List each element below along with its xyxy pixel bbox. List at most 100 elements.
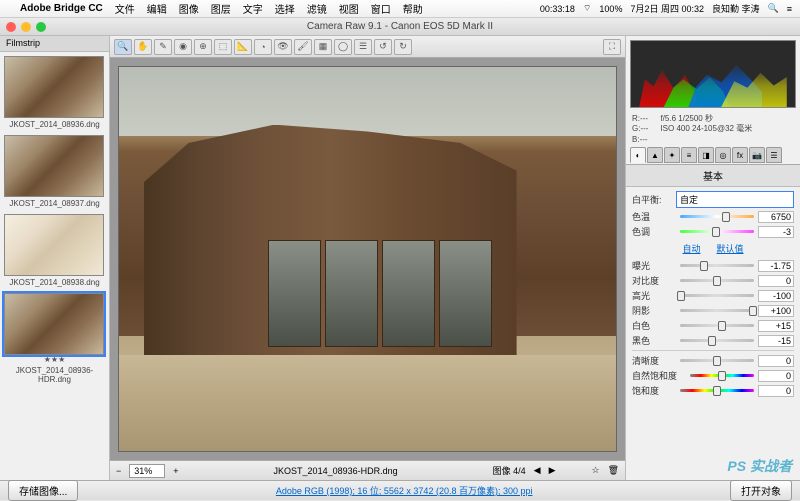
- tab-basic[interactable]: ◐: [630, 147, 646, 163]
- rating-mark-icon[interactable]: ☆: [591, 465, 599, 476]
- adjustment-brush-tool[interactable]: 🖌: [294, 39, 312, 55]
- whites-label: 白色: [632, 319, 676, 332]
- tab-hsl[interactable]: ≡: [681, 147, 697, 163]
- tab-fx[interactable]: fx: [732, 147, 748, 163]
- wifi-icon[interactable]: ⌔: [583, 3, 591, 14]
- menu-file[interactable]: 文件: [115, 1, 135, 16]
- whites-value[interactable]: +15: [758, 320, 794, 332]
- rotate-right-tool[interactable]: ↻: [394, 39, 412, 55]
- spot-removal-tool[interactable]: ◔: [254, 39, 272, 55]
- adjustments-panel: R:--- G:--- B:--- f/5.6 1/2500 秒 ISO 400…: [625, 36, 800, 480]
- trash-icon[interactable]: 🗑: [608, 465, 619, 476]
- vibrance-value[interactable]: 0: [758, 370, 794, 382]
- next-image-button[interactable]: ▶: [549, 465, 556, 476]
- exposure-value[interactable]: -1.75: [758, 260, 794, 272]
- whites-slider[interactable]: [680, 320, 754, 332]
- auto-link[interactable]: 自动: [682, 242, 700, 255]
- app-name[interactable]: Adobe Bridge CC: [20, 3, 103, 14]
- window-title: Camera Raw 9.1 - Canon EOS 5D Mark II: [307, 21, 493, 32]
- menu-select[interactable]: 选择: [275, 1, 295, 16]
- rotate-left-tool[interactable]: ↺: [374, 39, 392, 55]
- contrast-value[interactable]: 0: [758, 275, 794, 287]
- clarity-value[interactable]: 0: [758, 355, 794, 367]
- saturation-value[interactable]: 0: [758, 385, 794, 397]
- minimize-button[interactable]: [21, 22, 31, 32]
- thumb-label: JKOST_2014_08938.dng: [4, 278, 105, 287]
- shadows-label: 阴影: [632, 304, 676, 317]
- eyedropper-tool[interactable]: ✎: [154, 39, 172, 55]
- thumb-item[interactable]: JKOST_2014_08936.dng: [4, 56, 105, 129]
- close-button[interactable]: [6, 22, 16, 32]
- zoom-minus[interactable]: −: [116, 466, 121, 476]
- temp-label: 色温: [632, 210, 676, 223]
- straighten-tool[interactable]: 📐: [234, 39, 252, 55]
- menu-window[interactable]: 窗口: [371, 1, 391, 16]
- thumb-item[interactable]: ★★★ JKOST_2014_08936-HDR.dng: [4, 293, 105, 384]
- vibrance-slider[interactable]: [690, 370, 754, 382]
- prefs-tool[interactable]: ☰: [354, 39, 372, 55]
- menu-view[interactable]: 视图: [339, 1, 359, 16]
- tint-slider[interactable]: [680, 226, 754, 238]
- highlights-slider[interactable]: [680, 290, 754, 302]
- default-link[interactable]: 默认值: [717, 242, 744, 255]
- menu-layer[interactable]: 图层: [211, 1, 231, 16]
- zoom-tool[interactable]: 🔍: [114, 39, 132, 55]
- redeye-tool[interactable]: 👁: [274, 39, 292, 55]
- menu-edit[interactable]: 编辑: [147, 1, 167, 16]
- exposure-slider[interactable]: [680, 260, 754, 272]
- prev-image-button[interactable]: ◀: [534, 465, 541, 476]
- shadows-slider[interactable]: [680, 305, 754, 317]
- target-adjust-tool[interactable]: ⊕: [194, 39, 212, 55]
- tab-detail[interactable]: ✦: [664, 147, 680, 163]
- open-object-button[interactable]: 打开对象: [730, 480, 792, 501]
- temp-slider[interactable]: [680, 211, 754, 223]
- shadows-value[interactable]: +100: [758, 305, 794, 317]
- tab-camera[interactable]: 📷: [749, 147, 765, 163]
- tab-presets[interactable]: ☰: [766, 147, 782, 163]
- clarity-slider[interactable]: [680, 355, 754, 367]
- fullscreen-toggle[interactable]: ⛶: [603, 39, 621, 55]
- tint-value[interactable]: -3: [758, 226, 794, 238]
- status-image-count: 图像 4/4: [493, 464, 526, 477]
- tab-split[interactable]: ◨: [698, 147, 714, 163]
- panel-title: 基本: [626, 165, 800, 187]
- thumb-label: JKOST_2014_08936-HDR.dng: [4, 366, 105, 384]
- filmstrip-panel: Filmstrip JKOST_2014_08936.dng JKOST_201…: [0, 36, 110, 480]
- temp-value[interactable]: 6750: [758, 211, 794, 223]
- saturation-slider[interactable]: [680, 385, 754, 397]
- workflow-options-link[interactable]: Adobe RGB (1998); 16 位; 5562 x 3742 (20.…: [78, 484, 730, 497]
- menu-extra-icon[interactable]: ≡: [787, 4, 792, 14]
- menu-type[interactable]: 文字: [243, 1, 263, 16]
- menubar-user[interactable]: 良知勤 李涛: [712, 2, 760, 15]
- thumb-rating[interactable]: ★★★: [4, 355, 105, 364]
- graduated-filter-tool[interactable]: ▦: [314, 39, 332, 55]
- preview-area[interactable]: [110, 58, 625, 460]
- contrast-slider[interactable]: [680, 275, 754, 287]
- panel-tabs: ◐ ▲ ✦ ≡ ◨ ◎ fx 📷 ☰: [626, 147, 800, 165]
- menu-help[interactable]: 帮助: [403, 1, 423, 16]
- menu-image[interactable]: 图像: [179, 1, 199, 16]
- save-image-button[interactable]: 存储图像...: [8, 480, 78, 501]
- system-menubar: Adobe Bridge CC 文件 编辑 图像 图层 文字 选择 滤镜 视图 …: [0, 0, 800, 18]
- blacks-value[interactable]: -15: [758, 335, 794, 347]
- crop-tool[interactable]: ⬚: [214, 39, 232, 55]
- thumb-item[interactable]: JKOST_2014_08938.dng: [4, 214, 105, 287]
- camera-raw-toolbar: 🔍 ✋ ✎ ◉ ⊕ ⬚ 📐 ◔ 👁 🖌 ▦ ◯ ☰ ↺ ↻ ⛶: [110, 36, 625, 58]
- blacks-slider[interactable]: [680, 335, 754, 347]
- exif-readout: R:--- G:--- B:--- f/5.6 1/2500 秒 ISO 400…: [626, 112, 800, 147]
- histogram[interactable]: [630, 40, 796, 108]
- wb-select[interactable]: 自定: [676, 191, 794, 208]
- menu-filter[interactable]: 滤镜: [307, 1, 327, 16]
- thumb-item[interactable]: JKOST_2014_08937.dng: [4, 135, 105, 208]
- highlights-value[interactable]: -100: [758, 290, 794, 302]
- radial-filter-tool[interactable]: ◯: [334, 39, 352, 55]
- zoom-plus[interactable]: +: [173, 466, 178, 476]
- color-sampler-tool[interactable]: ◉: [174, 39, 192, 55]
- search-icon[interactable]: 🔍: [768, 3, 779, 14]
- maximize-button[interactable]: [36, 22, 46, 32]
- zoom-select[interactable]: 31%: [129, 464, 165, 478]
- clarity-label: 清晰度: [632, 354, 676, 367]
- tab-curve[interactable]: ▲: [647, 147, 663, 163]
- tab-lens[interactable]: ◎: [715, 147, 731, 163]
- hand-tool[interactable]: ✋: [134, 39, 152, 55]
